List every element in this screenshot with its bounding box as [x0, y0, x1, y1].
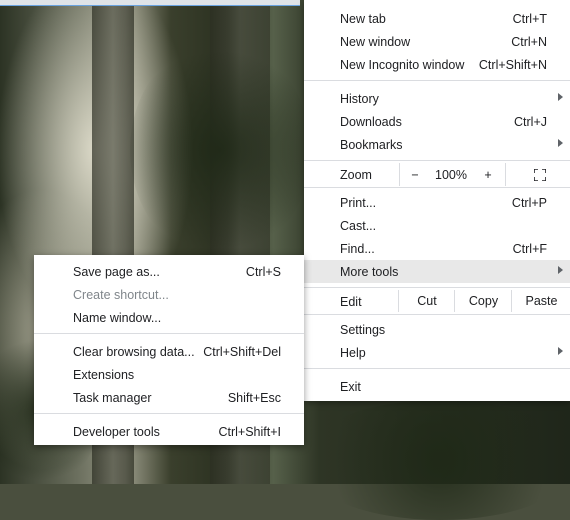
menu-item-label: New tab: [340, 11, 386, 26]
zoom-divider: [505, 163, 506, 186]
shortcut-label: Ctrl+F: [512, 241, 547, 256]
menu-divider: [34, 413, 304, 414]
zoom-in-button[interactable]: +: [480, 168, 496, 182]
menu-divider: [304, 187, 570, 188]
shortcut-label: Shift+Esc: [227, 391, 281, 405]
menu-divider: [304, 287, 570, 288]
zoom-row: Zoom − 100% +: [304, 163, 570, 186]
submenu-arrow-icon: [558, 139, 563, 147]
shortcut-label: Ctrl+S: [245, 265, 281, 279]
menu-item-settings[interactable]: Settings: [304, 318, 570, 341]
menu-divider: [304, 80, 570, 81]
menu-item-label: History: [340, 91, 379, 106]
copy-button[interactable]: Copy: [454, 290, 512, 312]
zoom-out-button[interactable]: −: [407, 168, 423, 182]
menu-item-label: Downloads: [340, 114, 402, 129]
edit-label: Edit: [340, 295, 362, 309]
menu-item-label: Bookmarks: [340, 137, 403, 152]
menu-item-find[interactable]: Find... Ctrl+F: [304, 237, 570, 260]
submenu-item-clear-browsing-data[interactable]: Clear browsing data... Ctrl+Shift+Del: [34, 340, 304, 363]
zoom-level: 100%: [435, 168, 467, 182]
submenu-arrow-icon: [558, 266, 563, 274]
submenu-item-extensions[interactable]: Extensions: [34, 363, 304, 386]
shortcut-label: Ctrl+Shift+I: [218, 425, 281, 439]
shortcut-label: Ctrl+Shift+Del: [203, 345, 281, 359]
menu-item-new-window[interactable]: New window Ctrl+N: [304, 30, 570, 53]
foliage: [130, 40, 310, 260]
menu-item-label: Settings: [340, 322, 386, 337]
shortcut-label: Ctrl+N: [511, 34, 547, 49]
shortcut-label: Ctrl+T: [512, 11, 547, 26]
menu-item-new-incognito-window[interactable]: New Incognito window Ctrl+Shift+N: [304, 53, 570, 76]
menu-item-cast[interactable]: Cast...: [304, 214, 570, 237]
submenu-item-save-page[interactable]: Save page as... Ctrl+S: [34, 260, 304, 283]
menu-item-label: Extensions: [73, 368, 135, 382]
zoom-label: Zoom: [340, 168, 372, 182]
edit-row: Edit Cut Copy Paste: [304, 290, 570, 312]
menu-item-label: Exit: [340, 379, 361, 394]
shortcut-label: Ctrl+J: [514, 114, 547, 129]
menu-item-print[interactable]: Print... Ctrl+P: [304, 191, 570, 214]
menu-item-bookmarks[interactable]: Bookmarks: [304, 133, 570, 156]
paste-button[interactable]: Paste: [511, 290, 570, 312]
shortcut-label: Ctrl+Shift+N: [478, 57, 547, 72]
zoom-divider: [399, 163, 400, 186]
menu-item-help[interactable]: Help: [304, 341, 570, 364]
more-tools-submenu: Save page as... Ctrl+S Create shortcut..…: [34, 255, 304, 445]
menu-item-label: Save page as...: [73, 265, 160, 279]
submenu-item-name-window[interactable]: Name window...: [34, 306, 304, 329]
shortcut-label: Ctrl+P: [511, 195, 547, 210]
menu-item-label: New Incognito window: [340, 57, 465, 72]
menu-item-new-tab[interactable]: New tab Ctrl+T: [304, 7, 570, 30]
submenu-item-developer-tools[interactable]: Developer tools Ctrl+Shift+I: [34, 420, 304, 443]
cut-button[interactable]: Cut: [398, 290, 455, 312]
fullscreen-icon[interactable]: [534, 169, 546, 181]
menu-divider: [34, 333, 304, 334]
submenu-arrow-icon: [558, 93, 563, 101]
menu-item-label: Name window...: [73, 311, 162, 325]
submenu-item-create-shortcut: Create shortcut...: [34, 283, 304, 306]
menu-item-label: Cast...: [340, 218, 377, 233]
menu-item-exit[interactable]: Exit: [304, 375, 570, 398]
menu-item-more-tools[interactable]: More tools: [304, 260, 570, 283]
foliage: [300, 400, 570, 520]
menu-item-label: Create shortcut...: [73, 288, 169, 302]
menu-item-label: Developer tools: [73, 425, 160, 439]
submenu-arrow-icon: [558, 347, 563, 355]
menu-item-label: Help: [340, 345, 366, 360]
menu-item-label: Find...: [340, 241, 375, 256]
menu-item-label: New window: [340, 34, 411, 49]
submenu-item-task-manager[interactable]: Task manager Shift+Esc: [34, 386, 304, 409]
menu-item-downloads[interactable]: Downloads Ctrl+J: [304, 110, 570, 133]
browser-main-menu: New tab Ctrl+T New window Ctrl+N New Inc…: [304, 0, 570, 401]
menu-item-label: Clear browsing data...: [73, 345, 195, 359]
menu-divider: [304, 314, 570, 315]
menu-item-label: More tools: [340, 264, 399, 279]
menu-item-label: Print...: [340, 195, 377, 210]
menu-divider: [304, 368, 570, 369]
menu-divider: [304, 160, 570, 161]
menu-item-label: Task manager: [73, 391, 152, 405]
menu-item-history[interactable]: History: [304, 87, 570, 110]
browser-top-strip: [0, 0, 300, 6]
